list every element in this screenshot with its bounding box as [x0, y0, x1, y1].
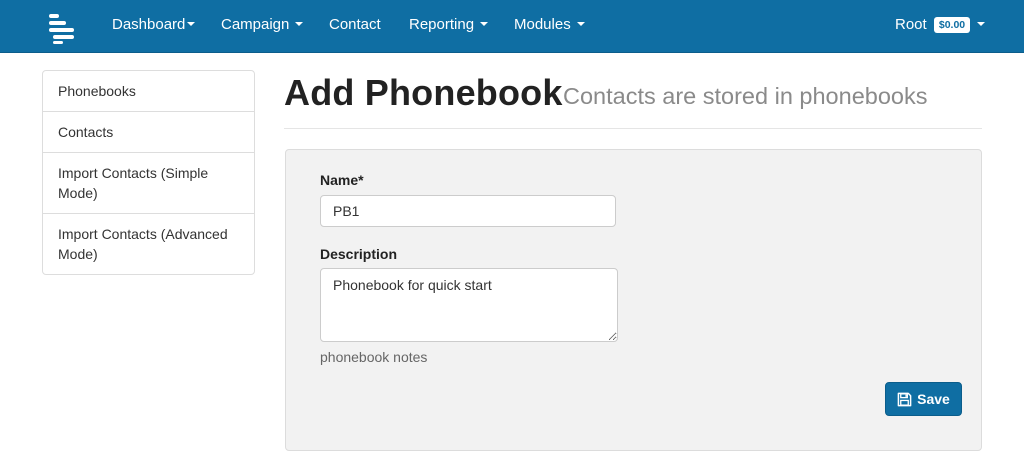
- save-button-label: Save: [917, 391, 950, 407]
- nav-contact[interactable]: Contact: [329, 0, 381, 52]
- nav-dashboard[interactable]: Dashboard: [112, 0, 196, 52]
- page-subtitle: Contacts are stored in phonebooks: [563, 83, 928, 109]
- sidebar-item-phonebooks[interactable]: Phonebooks: [43, 71, 254, 111]
- nav-contact-label: Contact: [329, 16, 381, 33]
- caret-down-icon: [576, 22, 585, 27]
- logo-icon[interactable]: [45, 11, 79, 45]
- nav-reporting[interactable]: Reporting: [409, 0, 489, 52]
- top-navbar: Dashboard Campaign Contact Reporting Mod…: [0, 0, 1024, 53]
- nav-dashboard-label: Dashboard: [112, 16, 186, 33]
- name-label: Name*: [320, 172, 364, 188]
- sidebar-item-label: Phonebooks: [58, 83, 136, 99]
- caret-down-icon: [480, 22, 489, 27]
- page-header: Add Phonebook Contacts are stored in pho…: [284, 70, 982, 129]
- sidebar-item-import-simple[interactable]: Import Contacts (Simple Mode): [43, 152, 254, 213]
- caret-down-icon: [977, 22, 986, 27]
- balance-badge: $0.00: [933, 17, 971, 33]
- save-button[interactable]: Save: [885, 382, 962, 416]
- caret-down-icon: [187, 22, 196, 27]
- nav-modules[interactable]: Modules: [514, 0, 585, 52]
- description-field[interactable]: Phonebook for quick start: [320, 268, 618, 342]
- description-help-text: phonebook notes: [320, 349, 428, 365]
- nav-modules-label: Modules: [514, 16, 571, 33]
- sidebar-item-import-advanced[interactable]: Import Contacts (Advanced Mode): [43, 213, 254, 274]
- phonebook-form: Name* Description Phonebook for quick st…: [285, 149, 982, 451]
- user-name: Root: [895, 16, 927, 33]
- sidebar: Phonebooks Contacts Import Contacts (Sim…: [42, 70, 255, 275]
- user-menu[interactable]: Root $0.00: [895, 0, 986, 52]
- description-label: Description: [320, 246, 398, 262]
- sidebar-item-label: Import Contacts (Advanced Mode): [58, 226, 228, 262]
- nav-reporting-label: Reporting: [409, 16, 475, 33]
- sidebar-item-label: Contacts: [58, 124, 114, 140]
- sidebar-item-label: Import Contacts (Simple Mode): [58, 165, 209, 201]
- caret-down-icon: [295, 22, 304, 27]
- page-title: Add Phonebook: [284, 72, 563, 113]
- nav-campaign-label: Campaign: [221, 16, 290, 33]
- name-field[interactable]: [320, 195, 616, 227]
- sidebar-item-contacts[interactable]: Contacts: [43, 111, 254, 152]
- floppy-disk-icon: [897, 392, 912, 406]
- nav-campaign[interactable]: Campaign: [221, 0, 304, 52]
